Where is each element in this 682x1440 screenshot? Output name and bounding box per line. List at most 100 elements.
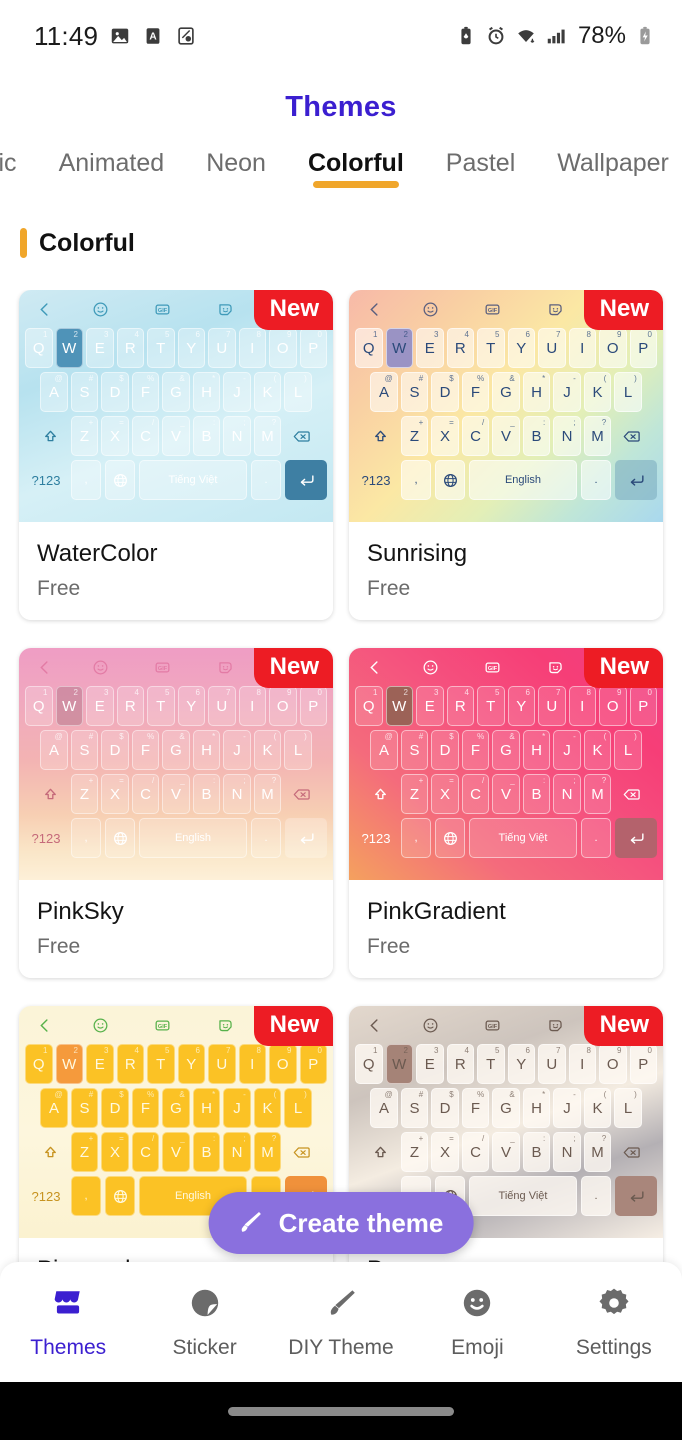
tab-neon[interactable]: Neon [185,142,287,180]
theme-price: Free [37,935,81,958]
keyboard-row-2: @ A # S $ D% F & G * H - J(K) L [23,372,329,412]
tab-sic[interactable]: sic [0,142,38,180]
tab-pastel[interactable]: Pastel [425,142,536,180]
key-X: = X [101,416,129,456]
battery-saver-icon [461,26,471,45]
emoji-icon [69,1016,132,1035]
key-enter [615,1176,657,1216]
status-bar-left: 11:49 A [34,21,197,52]
tab-wallpaper[interactable]: Wallpaper [536,142,682,180]
nav-item-sticker[interactable]: Sticker [136,1285,272,1360]
key-W: 2W [55,686,83,726]
back-chevron-icon [35,658,69,677]
bottom-navigation[interactable]: Themes Sticker DIY Theme Emoji Settings [0,1262,682,1382]
key-T: 5T [147,1044,175,1084]
key-I: 8I [238,1044,266,1084]
key-globe [105,1176,135,1216]
create-theme-button[interactable]: Create theme [208,1192,474,1254]
theme-card[interactable]: NewGIFART1Q2W3E4R5T6Y7U8I9O0P@A#S$D%F&G*… [349,648,663,978]
sticker-icon [524,300,587,319]
svg-text:GIF: GIF [488,666,498,672]
nav-item-diy-theme[interactable]: DIY Theme [273,1285,409,1360]
keyboard-rows: 1 Q 2 W 3 E 4 R 5 T 6 Y 7 U 8 I 9 O 0 P @ A # S $ D% F & G * H - J(K) L + Z… [349,1044,663,1216]
key-R: 4R [446,686,474,726]
gesture-pill[interactable] [228,1406,454,1416]
key-Q: 1Q [355,1044,383,1084]
nav-item-label: Emoji [451,1335,504,1359]
theme-card[interactable]: NewGIFART1Q2W3E4R5T6Y7U8I9O0P@A#S$D%F&G*… [19,648,333,978]
key-comma: , [71,818,101,858]
nav-item-emoji[interactable]: Emoji [409,1285,545,1360]
category-tab-bar[interactable]: sicAnimatedNeonColorfulPastelWallpaperG [0,142,682,206]
tab-colorful[interactable]: Colorful [287,142,425,188]
key-V: _ V [492,416,520,456]
sticker-icon [194,1016,257,1035]
screenshot-icon [178,27,194,45]
key-Q: 1Q [25,328,53,368]
keyboard-rows: 1 Q 2 W 3 E 4 R 5 T 6 Y 7 U 8 I 9 O 0 P @ A # S $ D% F & G * H - J(K) L + Z… [19,328,333,500]
keyboard-row-1: 1Q2W3E4R5T6Y7U8I9O0P [353,686,659,726]
key-E: 3E [416,686,444,726]
key-Q: 1Q [25,1044,53,1084]
key-X: = X [101,1132,129,1172]
key-O: 9O [599,328,627,368]
gesture-bar [0,1382,682,1440]
key-enter [615,460,657,500]
theme-scroll-area[interactable]: NewGIFART1Q2W3E4R5T6Y7U8I9O0P@A#S$D%F&G*… [0,290,682,1320]
theme-card[interactable]: NewGIFART1Q2W3E4R5T6Y7U8I9O0P@A#S$D%F&G*… [19,290,333,620]
key-J: -J [553,372,581,412]
key-W: 2W [385,686,413,726]
key-X: = X [431,1132,459,1172]
svg-text:GIF: GIF [488,308,498,314]
tab-animated[interactable]: Animated [38,142,186,180]
key-S: # S [70,372,99,412]
key-R: 4R [446,328,474,368]
key-enter [285,460,327,500]
key-backspace [614,774,648,814]
key-V: _ V [492,1132,520,1172]
new-badge: New [583,648,663,688]
theme-info: PinkSky Free [19,880,333,978]
theme-card[interactable]: NewGIFART1Q2W3E4R5T6Y7U8I9O0P@A#S$D%F&G*… [349,290,663,620]
keyboard-row-3: + Z = X / C _ V: B; N? M [23,1132,329,1172]
theme-info: WaterColor Free [19,522,333,620]
brush-icon [241,1212,261,1232]
keyboard-rows: 1 Q 2 W 3 E 4 R 5 T 6 Y 7 U 8 I 9 O 0 P @ A # S $ D% F & G * H - J(K) L + Z… [349,686,663,858]
key-globe [105,818,135,858]
nav-item-settings[interactable]: Settings [546,1285,682,1360]
tab-active-underline [312,181,399,188]
gif-icon: GIF [132,300,195,319]
key-D: $ D [431,1088,459,1128]
keyboard-row-1: 1Q2W3E4R5T6Y7U8I9O0P [353,328,659,368]
tab-label: Wallpaper [557,149,669,177]
key-E: 3E [86,1044,114,1084]
key-Y: 6Y [507,1044,535,1084]
key-D: $ D [101,1088,129,1128]
theme-price: Free [37,577,81,600]
key-E: 3E [86,686,114,726]
key-F: % F [461,730,490,770]
theme-preview: NewGIFART1Q2W3E4R5T6Y7U8I9O0P@A#S$D%F&G*… [19,290,333,522]
key-G: & G [492,730,520,770]
key-F: % F [461,372,490,412]
key-J: -J [553,1088,581,1128]
key-M: ? M [253,416,282,456]
key-R: 4R [116,1044,144,1084]
key-numeric: ?123 [31,1188,61,1204]
keyboard-row-2: @ A # S $ D% F & G * H - J(K) L [23,730,329,770]
nav-item-themes[interactable]: Themes [0,1285,136,1360]
theme-price: Free [367,577,411,600]
emoji-icon [399,1016,462,1035]
keyboard-row-1: 1Q2W3E4R5T6Y7U8I9O0P [23,686,329,726]
svg-text:GIF: GIF [488,1024,498,1030]
key-H: * H [192,1088,221,1128]
emoji-icon [399,658,462,677]
key-I: 8I [238,328,266,368]
signal-icon [547,29,565,44]
key-W: 2W [55,328,83,368]
key-G: & G [492,372,520,412]
key-S: # S [400,1088,429,1128]
status-bar: 11:49 A 78% [0,0,682,72]
key-D: $ D [101,372,129,412]
key-N: ; N [223,1132,251,1172]
